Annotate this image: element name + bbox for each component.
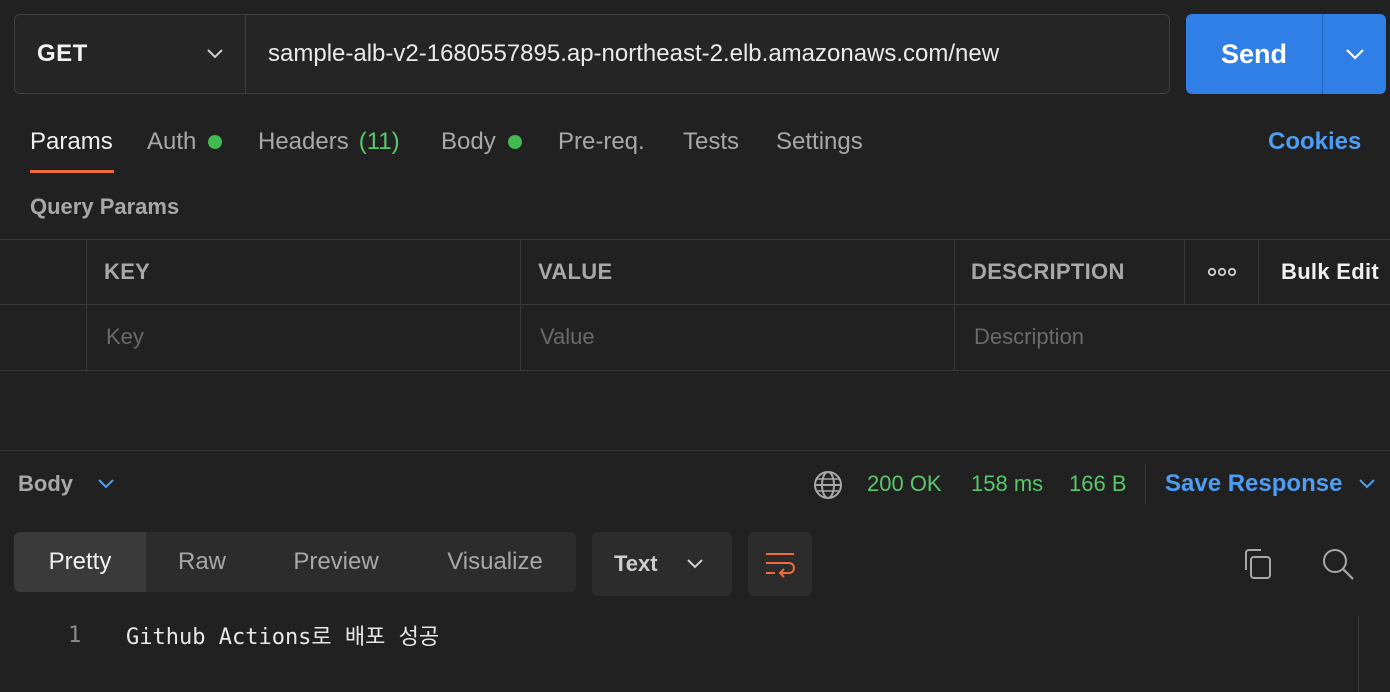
table-divider (0, 239, 1390, 240)
cookies-link[interactable]: Cookies (1268, 124, 1361, 160)
network-button[interactable] (812, 467, 844, 503)
response-text[interactable]: Github Actions로 배포 성공 (126, 618, 439, 652)
value-placeholder: Value (540, 324, 595, 349)
tab-prereq[interactable]: Pre-req. (558, 124, 645, 160)
view-pretty[interactable]: Pretty (14, 532, 146, 592)
active-tab-indicator (30, 170, 114, 173)
column-divider (954, 240, 955, 370)
url-input[interactable]: sample-alb-v2-1680557895.ap-northeast-2.… (245, 14, 1170, 94)
more-options-button[interactable] (1185, 240, 1258, 304)
send-options-button[interactable] (1322, 14, 1386, 94)
table-divider (0, 370, 1390, 371)
view-raw[interactable]: Raw (146, 532, 258, 592)
column-divider (520, 240, 521, 370)
headers-count: (11) (358, 128, 400, 155)
globe-icon (814, 471, 842, 499)
description-input[interactable]: Description (956, 305, 1376, 369)
chevron-down-icon (207, 49, 223, 59)
tab-body[interactable]: Body (441, 124, 522, 160)
more-icon (1207, 267, 1236, 277)
scrollbar[interactable] (1358, 616, 1390, 692)
tab-prereq-label: Pre-req. (558, 128, 645, 155)
tab-tests-label: Tests (683, 128, 740, 155)
tab-params[interactable]: Params (30, 124, 113, 160)
copy-icon (1245, 549, 1271, 579)
column-divider (1258, 240, 1259, 304)
method-label: GET (37, 40, 88, 67)
key-placeholder: Key (106, 324, 144, 349)
tab-headers[interactable]: Headers (11) (258, 124, 400, 160)
url-text: sample-alb-v2-1680557895.ap-northeast-2.… (268, 40, 1000, 67)
response-body-select[interactable]: Body (18, 466, 115, 502)
column-divider (86, 240, 87, 370)
chevron-down-icon (686, 559, 703, 569)
format-label: Text (614, 551, 658, 576)
tab-settings[interactable]: Settings (776, 124, 863, 160)
status-code[interactable]: 200 OK (867, 466, 942, 502)
wrap-lines-button[interactable] (748, 532, 812, 596)
search-button[interactable] (1320, 546, 1356, 587)
divider (1145, 464, 1146, 504)
view-visualize[interactable]: Visualize (414, 532, 576, 592)
status-dot-icon (507, 135, 522, 149)
save-response-label: Save Response (1165, 470, 1343, 497)
send-button[interactable]: Send (1186, 14, 1322, 94)
copy-button[interactable] (1240, 546, 1274, 587)
section-title: Query Params (30, 194, 180, 219)
key-input[interactable]: Key (88, 305, 520, 369)
method-select[interactable]: GET (14, 14, 246, 94)
tab-auth[interactable]: Auth (147, 124, 223, 160)
response-divider (0, 450, 1390, 451)
response-time[interactable]: 158 ms (971, 466, 1043, 502)
tab-params-label: Params (30, 128, 113, 155)
tab-headers-label: Headers (258, 128, 349, 155)
wrap-lines-icon (766, 553, 795, 578)
save-response-button[interactable]: Save Response (1165, 466, 1376, 502)
search-icon (1323, 549, 1354, 580)
description-placeholder: Description (974, 324, 1085, 349)
view-preview[interactable]: Preview (258, 532, 414, 592)
bulk-edit-button[interactable]: Bulk Edit (1281, 240, 1379, 304)
response-body-label: Body (18, 471, 73, 496)
tab-body-label: Body (441, 128, 496, 155)
column-header-key: KEY (104, 259, 151, 284)
value-input[interactable]: Value (522, 305, 954, 369)
tab-auth-label: Auth (147, 128, 197, 155)
chevron-down-icon (98, 479, 114, 489)
chevron-down-icon (1345, 49, 1364, 60)
tab-tests[interactable]: Tests (683, 124, 739, 160)
tab-settings-label: Settings (776, 128, 863, 155)
format-select[interactable]: Text (592, 532, 732, 596)
column-header-description: DESCRIPTION (971, 259, 1125, 284)
column-header-value: VALUE (538, 259, 613, 284)
line-number: 1 (68, 622, 82, 648)
chevron-down-icon (1359, 479, 1376, 489)
status-dot-icon (208, 135, 223, 149)
response-size[interactable]: 166 B (1069, 466, 1127, 502)
